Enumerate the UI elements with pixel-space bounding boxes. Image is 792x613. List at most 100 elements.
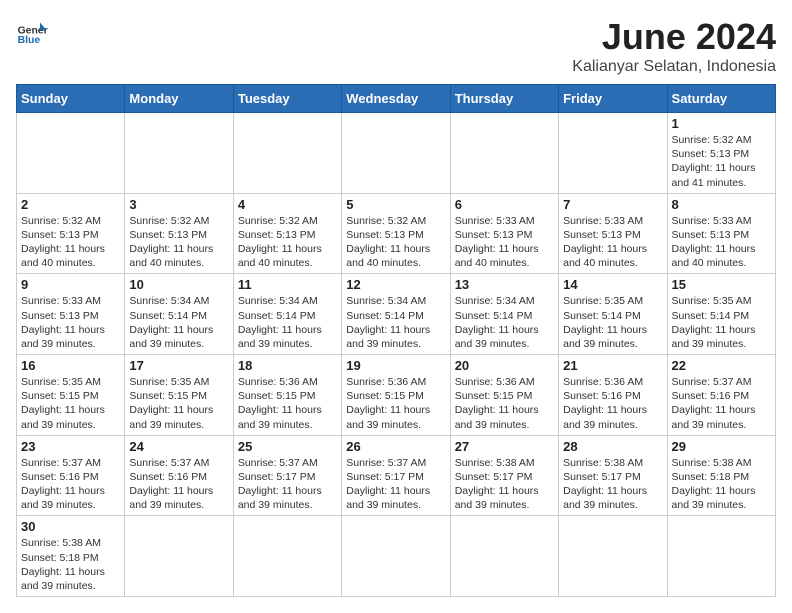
calendar-cell: 25Sunrise: 5:37 AMSunset: 5:17 PMDayligh…: [233, 435, 341, 516]
calendar-week-1: 1Sunrise: 5:32 AMSunset: 5:13 PMDaylight…: [17, 113, 776, 194]
day-number: 4: [238, 197, 337, 212]
day-number: 19: [346, 358, 445, 373]
day-info: Sunrise: 5:38 AMSunset: 5:17 PMDaylight:…: [455, 456, 554, 513]
calendar-cell: 6Sunrise: 5:33 AMSunset: 5:13 PMDaylight…: [450, 193, 558, 274]
day-number: 17: [129, 358, 228, 373]
day-number: 15: [672, 277, 771, 292]
month-title: June 2024: [572, 16, 776, 58]
day-info: Sunrise: 5:38 AMSunset: 5:17 PMDaylight:…: [563, 456, 662, 513]
day-info: Sunrise: 5:36 AMSunset: 5:15 PMDaylight:…: [238, 375, 337, 432]
day-number: 6: [455, 197, 554, 212]
calendar-cell: 12 Sunrise: 5:34 AMSunset: 5:14 PMDayligh…: [342, 274, 450, 355]
calendar-cell: [667, 516, 775, 597]
col-header-monday: Monday: [125, 85, 233, 113]
day-number: 9: [21, 277, 120, 292]
day-number: 29: [672, 439, 771, 454]
day-info: Sunrise: 5:34 AMSunset: 5:14 PMDaylight:…: [129, 294, 228, 351]
day-number: 1: [672, 116, 771, 131]
day-info: Sunrise: 5:35 AMSunset: 5:14 PMDaylight:…: [672, 294, 771, 351]
day-number: 25: [238, 439, 337, 454]
day-info: Sunrise: 5:37 AMSunset: 5:16 PMDaylight:…: [129, 456, 228, 513]
calendar-week-2: 2 Sunrise: 5:32 AMSunset: 5:13 PMDaylight…: [17, 193, 776, 274]
day-number: 5: [346, 197, 445, 212]
day-info: Sunrise: 5:34 AMSunset: 5:14 PMDaylight:…: [455, 294, 554, 351]
day-number: 28: [563, 439, 662, 454]
calendar-cell: 7 Sunrise: 5:33 AMSunset: 5:13 PMDaylight…: [559, 193, 667, 274]
day-number: 26: [346, 439, 445, 454]
day-number: 7: [563, 197, 662, 212]
col-header-saturday: Saturday: [667, 85, 775, 113]
day-number: 21: [563, 358, 662, 373]
calendar-cell: 21Sunrise: 5:36 AMSunset: 5:16 PMDayligh…: [559, 355, 667, 436]
calendar-cell: [342, 516, 450, 597]
day-info: Sunrise: 5:38 AMSunset: 5:18 PMDaylight:…: [21, 536, 120, 593]
calendar-cell: 16Sunrise: 5:35 AMSunset: 5:15 PMDayligh…: [17, 355, 125, 436]
day-number: 12: [346, 277, 445, 292]
calendar-cell: 18Sunrise: 5:36 AMSunset: 5:15 PMDayligh…: [233, 355, 341, 436]
col-header-friday: Friday: [559, 85, 667, 113]
day-info: Sunrise: 5:37 AMSunset: 5:17 PMDaylight:…: [346, 456, 445, 513]
calendar-cell: 26 Sunrise: 5:37 AMSunset: 5:17 PMDayligh…: [342, 435, 450, 516]
calendar-cell: 1Sunrise: 5:32 AMSunset: 5:13 PMDaylight…: [667, 113, 775, 194]
calendar-cell: [233, 516, 341, 597]
calendar-cell: [559, 113, 667, 194]
day-info: Sunrise: 5:36 AMSunset: 5:15 PMDaylight:…: [346, 375, 445, 432]
calendar-cell: 10 Sunrise: 5:34 AMSunset: 5:14 PMDayligh…: [125, 274, 233, 355]
day-info: Sunrise: 5:35 AMSunset: 5:14 PMDaylight:…: [563, 294, 662, 351]
calendar-cell: 29 Sunrise: 5:38 AMSunset: 5:18 PMDayligh…: [667, 435, 775, 516]
calendar-week-5: 23 Sunrise: 5:37 AMSunset: 5:16 PMDayligh…: [17, 435, 776, 516]
calendar-cell: 15 Sunrise: 5:35 AMSunset: 5:14 PMDayligh…: [667, 274, 775, 355]
day-number: 23: [21, 439, 120, 454]
day-info: Sunrise: 5:33 AMSunset: 5:13 PMDaylight:…: [563, 214, 662, 271]
calendar-table: SundayMondayTuesdayWednesdayThursdayFrid…: [16, 84, 776, 597]
day-number: 2: [21, 197, 120, 212]
calendar-week-4: 16 Sunrise: 5:35 AMSunset: 5:15 PMDayligh…: [17, 355, 776, 436]
day-number: 22: [672, 358, 771, 373]
calendar-cell: [125, 113, 233, 194]
svg-text:Blue: Blue: [18, 35, 41, 46]
day-number: 8: [672, 197, 771, 212]
calendar-week-6: 30Sunrise: 5:38 AMSunset: 5:18 PMDayligh…: [17, 516, 776, 597]
day-number: 13: [455, 277, 554, 292]
title-block: June 2024 Kalianyar Selatan, Indonesia: [572, 16, 776, 76]
calendar-week-3: 9Sunrise: 5:33 AMSunset: 5:13 PMDaylight…: [17, 274, 776, 355]
day-number: 3: [129, 197, 228, 212]
day-info: Sunrise: 5:34 AMSunset: 5:14 PMDaylight:…: [346, 294, 445, 351]
calendar-cell: 22Sunrise: 5:37 AMSunset: 5:16 PMDayligh…: [667, 355, 775, 436]
calendar-cell: [450, 113, 558, 194]
day-info: Sunrise: 5:32 AMSunset: 5:13 PMDaylight:…: [346, 214, 445, 271]
location-title: Kalianyar Selatan, Indonesia: [572, 58, 776, 76]
page-header: General Blue June 2024 Kalianyar Selatan…: [16, 16, 776, 76]
calendar-cell: 27Sunrise: 5:38 AMSunset: 5:17 PMDayligh…: [450, 435, 558, 516]
calendar-cell: [450, 516, 558, 597]
calendar-cell: 19 Sunrise: 5:36 AMSunset: 5:15 PMDayligh…: [342, 355, 450, 436]
calendar-cell: [233, 113, 341, 194]
day-number: 24: [129, 439, 228, 454]
day-info: Sunrise: 5:37 AMSunset: 5:16 PMDaylight:…: [21, 456, 120, 513]
day-number: 10: [129, 277, 228, 292]
day-info: Sunrise: 5:33 AMSunset: 5:13 PMDaylight:…: [672, 214, 771, 271]
col-header-thursday: Thursday: [450, 85, 558, 113]
day-info: Sunrise: 5:35 AMSunset: 5:15 PMDaylight:…: [129, 375, 228, 432]
calendar-cell: 24 Sunrise: 5:37 AMSunset: 5:16 PMDayligh…: [125, 435, 233, 516]
day-info: Sunrise: 5:34 AMSunset: 5:14 PMDaylight:…: [238, 294, 337, 351]
calendar-cell: 20Sunrise: 5:36 AMSunset: 5:15 PMDayligh…: [450, 355, 558, 436]
logo-icon: General Blue: [16, 16, 48, 48]
col-header-wednesday: Wednesday: [342, 85, 450, 113]
day-info: Sunrise: 5:38 AMSunset: 5:18 PMDaylight:…: [672, 456, 771, 513]
day-number: 16: [21, 358, 120, 373]
day-info: Sunrise: 5:36 AMSunset: 5:15 PMDaylight:…: [455, 375, 554, 432]
calendar-cell: 23 Sunrise: 5:37 AMSunset: 5:16 PMDayligh…: [17, 435, 125, 516]
calendar-cell: [559, 516, 667, 597]
day-number: 14: [563, 277, 662, 292]
calendar-header-row: SundayMondayTuesdayWednesdayThursdayFrid…: [17, 85, 776, 113]
logo: General Blue: [16, 16, 48, 48]
calendar-cell: 5 Sunrise: 5:32 AMSunset: 5:13 PMDaylight…: [342, 193, 450, 274]
calendar-cell: [125, 516, 233, 597]
col-header-tuesday: Tuesday: [233, 85, 341, 113]
calendar-cell: 9Sunrise: 5:33 AMSunset: 5:13 PMDaylight…: [17, 274, 125, 355]
day-info: Sunrise: 5:32 AMSunset: 5:13 PMDaylight:…: [21, 214, 120, 271]
calendar-cell: 28 Sunrise: 5:38 AMSunset: 5:17 PMDayligh…: [559, 435, 667, 516]
calendar-cell: 11Sunrise: 5:34 AMSunset: 5:14 PMDayligh…: [233, 274, 341, 355]
calendar-cell: [342, 113, 450, 194]
